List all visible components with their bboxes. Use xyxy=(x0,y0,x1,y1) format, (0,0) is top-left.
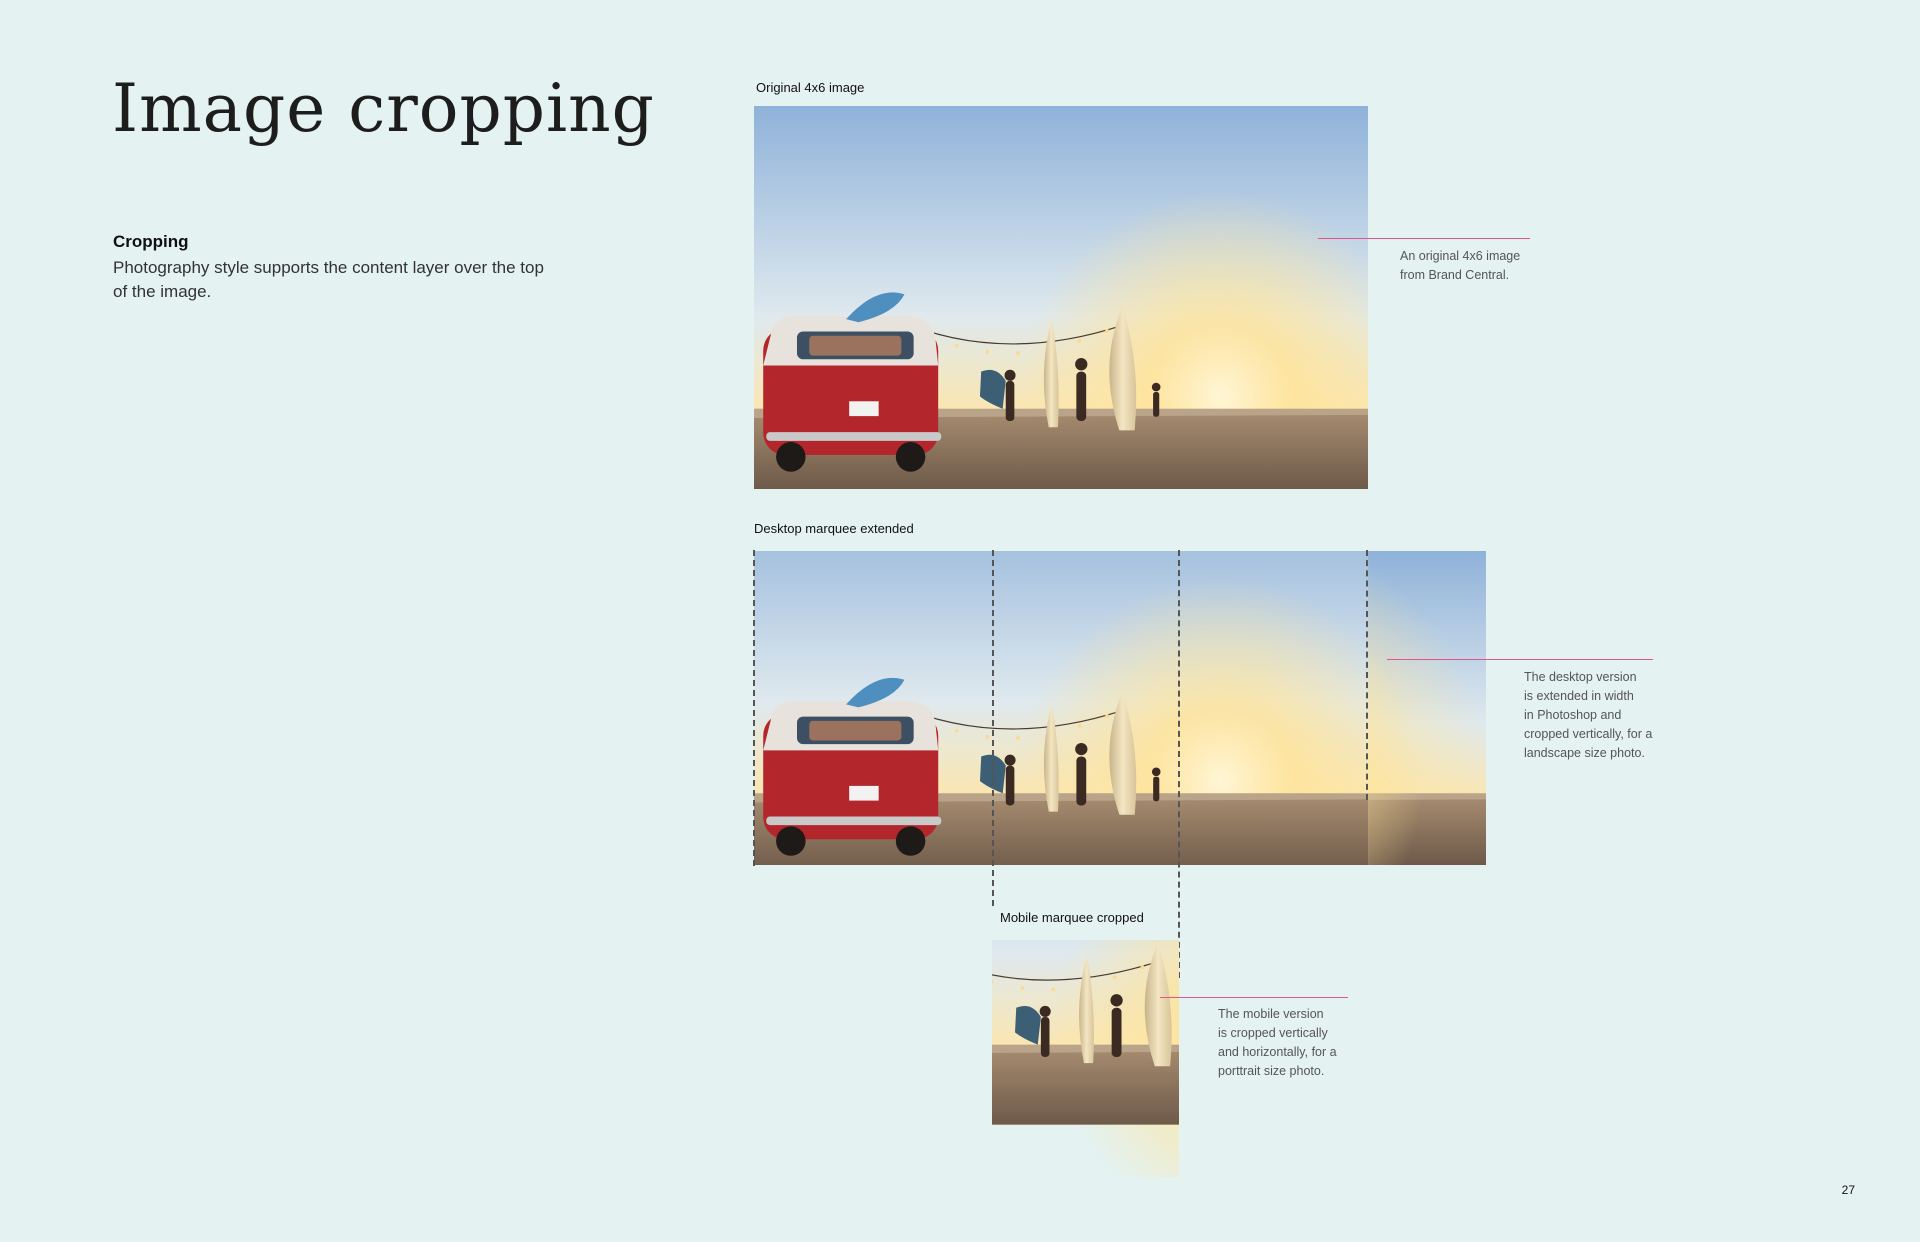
section-heading: Cropping xyxy=(113,232,189,251)
guide-line-mobile-right xyxy=(1178,550,1180,978)
guide-line-left-edge xyxy=(753,550,755,866)
mobile-marquee-image xyxy=(992,940,1179,1177)
original-note-line xyxy=(1318,238,1530,239)
original-image-caption: Original 4x6 image xyxy=(756,80,865,95)
guide-line-mobile-left xyxy=(992,550,994,906)
guide-line-original-right xyxy=(1366,550,1368,800)
original-note: An original 4x6 image from Brand Central… xyxy=(1400,249,1521,282)
desktop-image-caption: Desktop marquee extended xyxy=(754,521,914,536)
page-title: Image cropping xyxy=(112,70,655,147)
mobile-note: The mobile version is cropped vertically… xyxy=(1218,1007,1337,1078)
original-image xyxy=(754,106,1368,489)
mobile-note-line xyxy=(1160,997,1348,998)
desktop-marquee-image xyxy=(754,551,1486,865)
mobile-image-caption: Mobile marquee cropped xyxy=(1000,910,1144,925)
section-body: Photography style supports the content l… xyxy=(113,258,544,301)
desktop-note-line xyxy=(1387,659,1653,660)
page-number: 27 xyxy=(1841,1183,1855,1197)
desktop-note: The desktop version is extended in width… xyxy=(1524,670,1653,760)
